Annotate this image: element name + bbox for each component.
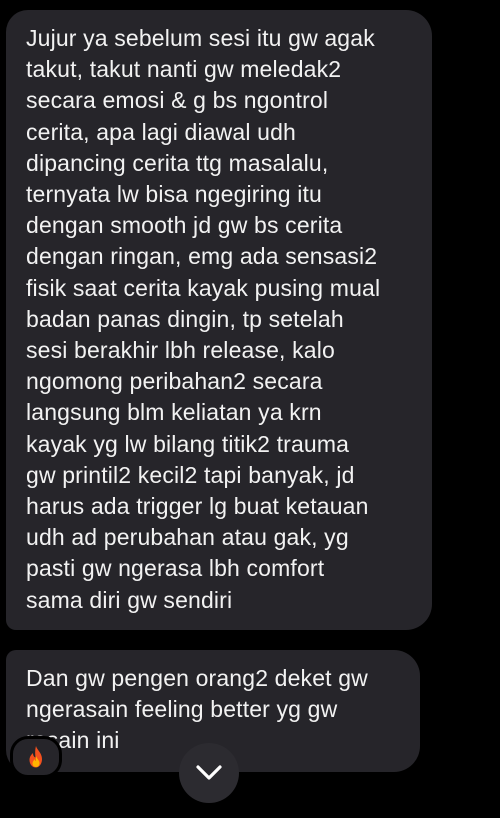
- fire-icon: [29, 746, 42, 768]
- message-bubble[interactable]: Jujur ya sebelum sesi itu gw agak takut,…: [6, 10, 432, 630]
- reaction-badge[interactable]: [10, 736, 62, 778]
- scroll-to-bottom-button[interactable]: [179, 743, 239, 803]
- chevron-down-icon: [196, 765, 222, 780]
- message-text: Jujur ya sebelum sesi itu gw agak takut,…: [26, 25, 381, 613]
- message-text: Dan gw pengen orang2 deket gw ngerasain …: [26, 665, 368, 754]
